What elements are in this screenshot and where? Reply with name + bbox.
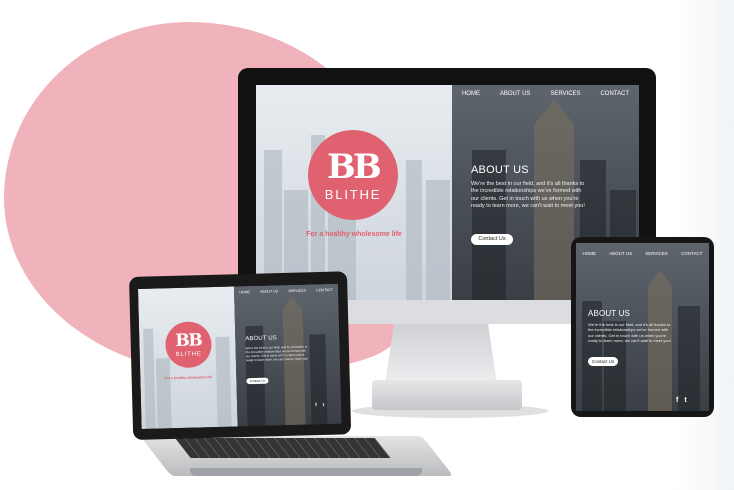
nav-home[interactable]: HOME xyxy=(583,251,597,256)
monitor-hero-left-panel: BB BLITHE For a healthy wholesome life xyxy=(256,85,452,300)
city-tower xyxy=(648,286,672,411)
city-tower xyxy=(534,125,574,300)
city-building xyxy=(406,160,422,300)
nav-contact[interactable]: CONTACT xyxy=(600,91,629,97)
monitor-nav-bar: HOME ABOUT US SERVICES CONTACT xyxy=(452,91,639,97)
nav-about-us[interactable]: ABOUT US xyxy=(260,289,278,293)
nav-about-us[interactable]: ABOUT US xyxy=(609,251,632,256)
logo-mark: BB xyxy=(175,329,202,351)
contact-us-button[interactable]: Contact Us xyxy=(588,357,618,366)
about-heading: ABOUT US xyxy=(245,335,277,343)
tablet-social-links: f t xyxy=(676,397,687,404)
city-tower-spire xyxy=(534,99,574,125)
nav-home[interactable]: HOME xyxy=(239,290,250,294)
facebook-icon[interactable]: f xyxy=(676,397,678,404)
blithe-logo: BB BLITHE xyxy=(308,130,398,220)
laptop-about-right-panel: HOME ABOUT US SERVICES CONTACT ABOUT US … xyxy=(233,283,342,427)
city-tower-spire xyxy=(648,270,672,286)
city-building xyxy=(678,306,700,411)
nav-services[interactable]: SERVICES xyxy=(550,91,580,97)
city-building xyxy=(155,358,172,429)
nav-about-us[interactable]: ABOUT US xyxy=(500,91,531,97)
facebook-icon[interactable]: f xyxy=(315,402,317,408)
about-heading: ABOUT US xyxy=(471,164,529,176)
city-building xyxy=(309,334,328,425)
twitter-icon[interactable]: t xyxy=(684,397,686,404)
monitor-stand-base xyxy=(372,380,522,410)
nav-home[interactable]: HOME xyxy=(462,91,480,97)
logo-name: BLITHE xyxy=(324,186,382,202)
logo-mark: BB xyxy=(326,146,382,187)
logo-name: BLITHE xyxy=(175,350,202,358)
city-tower-spire xyxy=(282,295,303,311)
laptop-social-links: f t xyxy=(315,402,324,408)
nav-contact[interactable]: CONTACT xyxy=(316,288,333,292)
laptop-hero-left-panel: BB BLITHE For a healthy wholesome life xyxy=(138,286,238,429)
tablet-website-screen: HOME ABOUT US SERVICES CONTACT ABOUT US … xyxy=(576,243,709,411)
laptop-keyboard xyxy=(175,438,391,458)
about-body: We're the best in our field, and it's al… xyxy=(245,344,309,363)
about-body: We're the best in our field, and it's al… xyxy=(588,322,671,344)
tablet-about-panel: HOME ABOUT US SERVICES CONTACT ABOUT US … xyxy=(576,243,709,411)
city-tower xyxy=(282,309,306,426)
monitor-stand-neck xyxy=(385,324,497,384)
blithe-logo: BB BLITHE xyxy=(164,321,213,369)
twitter-icon[interactable]: t xyxy=(323,402,325,408)
about-heading: ABOUT US xyxy=(588,309,631,318)
nav-services[interactable]: SERVICES xyxy=(645,251,668,256)
laptop-nav-bar: HOME ABOUT US SERVICES CONTACT xyxy=(234,288,338,295)
nav-services[interactable]: SERVICES xyxy=(288,289,306,293)
tablet-nav-bar: HOME ABOUT US SERVICES CONTACT xyxy=(576,251,709,256)
nav-contact[interactable]: CONTACT xyxy=(681,251,702,256)
about-body: We're the best in our field, and it's al… xyxy=(471,181,585,210)
contact-us-button[interactable]: Contact Us xyxy=(246,377,269,385)
contact-us-button[interactable]: Contact Us xyxy=(471,234,513,245)
laptop-front-lip xyxy=(190,468,422,476)
city-building xyxy=(426,180,450,300)
laptop-website-screen: BB BLITHE For a healthy wholesome life H… xyxy=(138,283,342,429)
tagline: For a healthy wholesome life xyxy=(306,231,402,238)
city-building xyxy=(215,336,232,427)
